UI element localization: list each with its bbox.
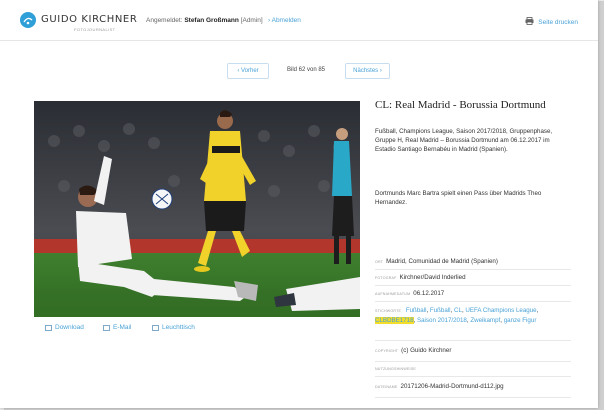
meta-label: Copyright [375, 349, 399, 353]
photo-caption: Dortmunds Marc Bartra spielt einen Pass … [375, 190, 542, 207]
meta-row-keywords: Stichworte Fußball, Fußball, CL, UEFA Ch… [375, 302, 571, 341]
lightbox-label: Leuchttisch [162, 324, 195, 331]
login-info: Angemeldet: Stefan Großmann [Admin] [146, 17, 263, 24]
email-label: E-Mail [113, 324, 132, 331]
email-link[interactable]: E-Mail [103, 324, 131, 331]
logo-subtitle: FOTOJOURNALIST [74, 27, 116, 32]
meta-label: Fotograf [375, 276, 397, 280]
match-photo[interactable] [34, 101, 360, 317]
logo-text[interactable]: GUIDO KIRCHNER [41, 14, 137, 25]
login-label: Angemeldet: [146, 17, 183, 24]
keyword-link[interactable]: Fußball [406, 307, 427, 314]
download-label: Download [55, 324, 84, 331]
keyword-link[interactable]: CL [454, 307, 462, 314]
user-name: Stefan Großmann [184, 17, 239, 24]
email-icon [103, 324, 110, 331]
previous-button[interactable]: ‹ Vorher [227, 63, 269, 79]
photo-description: Fußball, Champions League, Saison 2017/2… [375, 128, 553, 154]
print-link[interactable]: Seite drucken [525, 17, 578, 27]
keyword-link-highlighted[interactable]: CLBDBE1718 [375, 317, 414, 325]
print-label: Seite drucken [538, 18, 578, 26]
pagination: ‹ Vorher Bild 62 von 85 Nächstes › [0, 63, 598, 79]
keyword-link[interactable]: ganze Figur [504, 317, 537, 324]
meta-row-copyright: Copyright (c) Guido Kirchner [375, 341, 571, 362]
meta-row-usage: Nutzungshinweise [375, 362, 571, 377]
lightbox-link[interactable]: Leuchttisch [152, 324, 195, 331]
keyword-link[interactable]: Saison 2017/2018 [417, 317, 467, 324]
meta-row-location: Ort Madrid, Comunidad de Madrid (Spanien) [375, 254, 571, 270]
logout-link[interactable]: › Abmelden [268, 17, 301, 24]
printer-icon [525, 17, 534, 27]
download-link[interactable]: Download [45, 324, 84, 331]
keyword-link[interactable]: Fußball [430, 307, 451, 314]
image-counter: Bild 62 von 85 [286, 67, 326, 73]
meta-label: Nutzungshinweise [375, 367, 416, 371]
meta-value: 06.12.2017 [413, 290, 445, 297]
keyword-link[interactable]: UEFA Champions League [465, 307, 536, 314]
meta-label: Dateiname [375, 385, 398, 389]
meta-row-photographer: Fotograf Kirchner/David Inderlied [375, 270, 571, 286]
header-bar: GUIDO KIRCHNER FOTOJOURNALIST Angemeldet… [0, 0, 598, 41]
download-icon [45, 324, 52, 331]
keyword-link[interactable]: Zweikampf [470, 317, 500, 324]
meta-label: Aufnahmedatum [375, 292, 411, 296]
meta-value: Madrid, Comunidad de Madrid (Spanien) [386, 258, 498, 265]
meta-row-date: Aufnahmedatum 06.12.2017 [375, 286, 571, 302]
lightbox-icon [152, 324, 159, 331]
meta-value: 20171206-Madrid-Dortmund-d112.jpg [400, 383, 504, 390]
photo-title: CL: Real Madrid - Borussia Dortmund [375, 99, 546, 111]
meta-label: Stichworte [375, 309, 402, 313]
metadata-table: Ort Madrid, Comunidad de Madrid (Spanien)… [375, 254, 571, 398]
user-role: [Admin] [240, 17, 263, 24]
meta-label: Ort [375, 260, 384, 264]
page: GUIDO KIRCHNER FOTOJOURNALIST Angemeldet… [0, 0, 598, 408]
meta-row-filename: Dateiname 20171206-Madrid-Dortmund-d112.j… [375, 377, 571, 398]
logo-icon[interactable] [20, 12, 36, 28]
next-button[interactable]: Nächstes › [345, 63, 390, 79]
meta-value: Kirchner/David Inderlied [399, 274, 466, 281]
meta-value: (c) Guido Kirchner [401, 347, 452, 354]
